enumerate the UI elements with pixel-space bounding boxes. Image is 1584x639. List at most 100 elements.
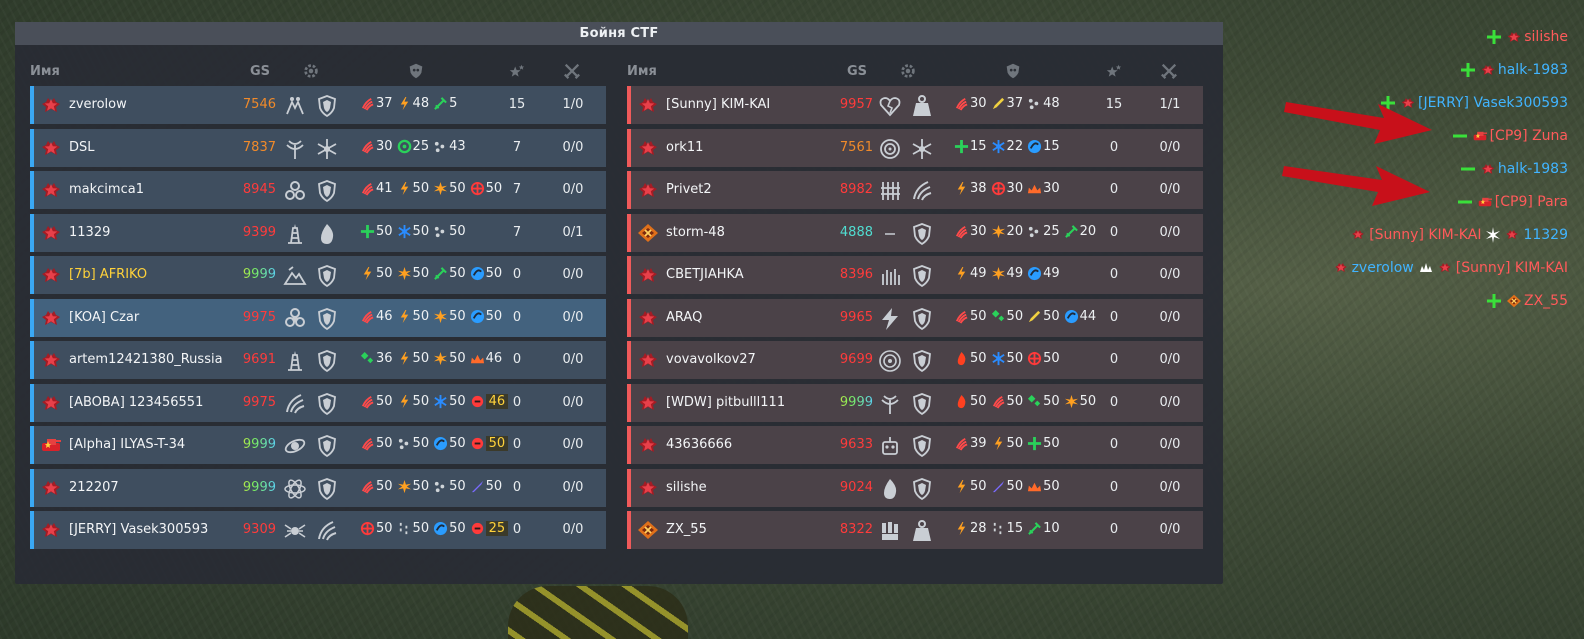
- supply-count: 15: [1006, 521, 1024, 536]
- supply-count: 44: [1079, 308, 1097, 324]
- player-name[interactable]: 11329: [69, 225, 110, 240]
- player-row[interactable]: [ABOBA] 123456551 9975 50 50 50 46 0 0/0: [30, 383, 606, 422]
- supply-count: 50: [376, 521, 393, 536]
- weight-icon: [910, 519, 934, 543]
- player-name[interactable]: makcimca1: [69, 182, 144, 197]
- player-row[interactable]: storm-48 4888 30 20 25 20 0 0/0: [627, 213, 1203, 252]
- supply-item: 50: [1027, 351, 1060, 366]
- player-row[interactable]: [WDW] pitbulll111 9999 50 50 50 50 0 0/0: [627, 383, 1203, 422]
- player-row[interactable]: [KOA] Czar 9975 46 50 50 50 0 0/0: [30, 298, 606, 337]
- scoreboard-title: Бойня CTF: [15, 22, 1223, 45]
- supply-count: 50: [1043, 351, 1060, 366]
- player-row[interactable]: vovavolkov27 9699 50 50 50 0 0/0: [627, 341, 1203, 379]
- player-name[interactable]: 43636666: [666, 437, 732, 452]
- player-row[interactable]: ZX_55 8322 28 15 10 0 0/0: [627, 511, 1203, 549]
- supply-item: 48: [397, 96, 429, 111]
- kills-deaths: 0/0: [562, 394, 584, 410]
- diamond-icon: [360, 351, 375, 366]
- player-row[interactable]: ork11 7561 15 22 15 0 0/0: [627, 128, 1203, 167]
- supplies-list: 28 15 10: [954, 521, 1060, 536]
- supply-count: 50: [485, 181, 503, 196]
- player-name[interactable]: zverolow: [69, 97, 127, 112]
- supply-count: 20: [1006, 223, 1024, 239]
- player-row[interactable]: CBETJIAHKA 8396 49 49 49 0 0/0: [627, 256, 1203, 294]
- gear-score: 9999: [230, 437, 276, 452]
- player-name[interactable]: artem12421380_Russia: [69, 352, 223, 367]
- supply-item: 50: [360, 266, 393, 281]
- player-name[interactable]: 212207: [69, 480, 119, 495]
- crossed-swords-icon: [564, 63, 580, 79]
- player-name[interactable]: silishe: [666, 480, 707, 495]
- gear-score: 9691: [242, 352, 276, 367]
- supply-count: 50: [1043, 393, 1060, 409]
- kills-deaths: 0/0: [562, 522, 584, 537]
- player-row[interactable]: silishe 9024 50 50 50 0 0/0: [627, 468, 1203, 507]
- supply-count: 30: [1043, 181, 1060, 196]
- player-row[interactable]: [JERRY] Vasek300593 9309 50 50 50 25 0 0…: [30, 511, 606, 549]
- shield-icon: [910, 264, 934, 288]
- player-row[interactable]: artem12421380_Russia 9691 36 50 50 46 0 …: [30, 341, 606, 379]
- player-row[interactable]: DSL 7837 30 25 43 7 0/0: [30, 128, 606, 167]
- kills-deaths: 1/0: [562, 97, 584, 112]
- supply-item: 50: [470, 479, 502, 494]
- player-name[interactable]: ARAQ: [666, 310, 702, 325]
- player-name[interactable]: DSL: [69, 140, 95, 155]
- bolt-icon: [397, 96, 412, 111]
- kill-feed-entry: [Sunny] KIM-KAI 11329: [1248, 218, 1568, 251]
- player-name[interactable]: vovavolkov27: [666, 352, 756, 367]
- player-name[interactable]: storm-48: [666, 225, 725, 240]
- swirl-icon: [1027, 139, 1042, 154]
- burst-white-icon: [1485, 226, 1501, 243]
- player-row[interactable]: [Sunny] KIM-KAI 9957 30 37 48 15 1/1: [627, 86, 1203, 124]
- player-name[interactable]: [ABOBA] 123456551: [69, 395, 203, 410]
- player-name[interactable]: CBETJIAHKA: [666, 267, 744, 282]
- player-row[interactable]: Privet2 8982 38 30 30 0 0/0: [627, 171, 1203, 209]
- star-rank-icon: [40, 95, 62, 115]
- player-row[interactable]: ARAQ 9965 50 50 50 44 0 0/0: [627, 298, 1203, 337]
- player-name[interactable]: [KOA] Czar: [69, 310, 139, 325]
- supply-count: 50: [970, 351, 987, 366]
- player-score: 0: [512, 267, 522, 282]
- supply-count: 5: [449, 96, 458, 111]
- star-rank-icon: [40, 350, 62, 370]
- rocket-icon: [991, 479, 1006, 494]
- player-name[interactable]: [Sunny] KIM-KAI: [666, 97, 770, 112]
- player-row[interactable]: [7b] AFRIKO 9999 50 50 50 50 0 0/0: [30, 256, 606, 294]
- claw-icon: [360, 394, 375, 409]
- supply-item: 22: [991, 139, 1023, 154]
- supply-item: 50: [433, 436, 466, 451]
- plus-icon: [360, 224, 375, 239]
- supply-item: 50: [954, 394, 987, 409]
- supplies-list: 39 50 50: [954, 436, 1060, 451]
- supply-count: 25: [1043, 223, 1060, 239]
- player-name[interactable]: [JERRY] Vasek300593: [69, 522, 208, 537]
- player-name[interactable]: ork11: [666, 140, 703, 155]
- player-name: [JERRY] Vasek300593: [1418, 94, 1568, 111]
- player-name[interactable]: [Alpha] ILYAS-T-34: [69, 437, 185, 452]
- player-row[interactable]: 11329 9399 50 50 50 7 0/1: [30, 213, 606, 252]
- annotation-arrow-icon: [1282, 166, 1430, 206]
- player-row[interactable]: 43636666 9633 39 50 50 0 0/0: [627, 426, 1203, 464]
- player-score: 7: [512, 224, 522, 240]
- player-row[interactable]: makcimca1 8945 41 50 50 50 7 0/0: [30, 171, 606, 209]
- supply-count: 50: [412, 351, 430, 366]
- ring-icon: [397, 139, 412, 154]
- player-row[interactable]: zverolow 7546 37 48 5 15 1/0: [30, 86, 606, 124]
- supplies-list: 50 50 50 50: [954, 394, 1096, 409]
- player-score: 0: [1109, 224, 1119, 240]
- supply-count: 50: [449, 351, 466, 366]
- sword-icon: [1027, 521, 1042, 536]
- supply-item: 50: [360, 224, 393, 239]
- player-name[interactable]: ZX_55: [666, 522, 707, 537]
- player-name[interactable]: Privet2: [666, 182, 712, 197]
- fire-icon: [954, 351, 969, 366]
- star-rank-icon: [40, 223, 62, 243]
- player-name[interactable]: [WDW] pitbulll111: [666, 395, 785, 410]
- bolt-icon: [397, 394, 412, 409]
- player-row[interactable]: [Alpha] ILYAS-T-34 9999 50 50 50 50 0 0/…: [30, 426, 606, 464]
- shield-icon: [910, 307, 934, 331]
- splash-white-icon: [1418, 260, 1434, 276]
- player-name[interactable]: [7b] AFRIKO: [69, 267, 147, 282]
- tank-rank-icon: [1477, 195, 1492, 209]
- player-row[interactable]: 212207 9999 50 50 50 50 0 0/0: [30, 468, 606, 507]
